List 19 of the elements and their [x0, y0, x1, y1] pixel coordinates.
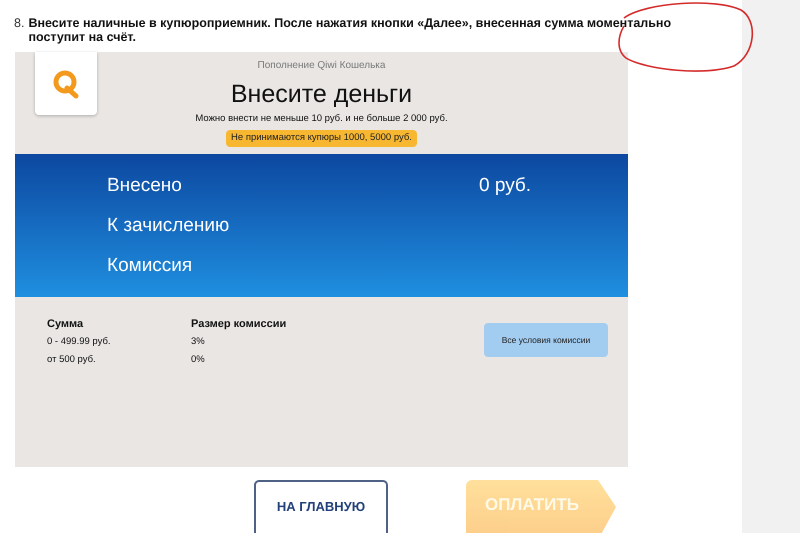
summary-label: Комиссия [107, 254, 194, 278]
warning-label: Не принимаются купюры 1000, 5000 руб. [226, 130, 417, 146]
screen-subtitle: Пополнение Qiwi Кошелька [258, 59, 386, 73]
summary-value: 0 руб. [479, 174, 532, 198]
table-cell-text: 0% [191, 353, 206, 367]
commission-conditions-button[interactable]: Все условия комиссии [484, 323, 608, 357]
limits-text: Можно внести не меньше 10 руб. и не больше 2 000 руб. [195, 112, 448, 126]
column-header: Сумма [47, 317, 84, 332]
screen-title: Внесите деньги [230, 79, 412, 109]
table-cell-text: от 500 руб. [47, 353, 97, 367]
home-button[interactable]: НА ГЛАВНУЮ [254, 480, 388, 533]
table-cell-text: 0 - 499.99 руб. [47, 335, 112, 349]
summary-label: Внесено [107, 174, 183, 198]
step-instruction: Внесите наличные в купюроприемник. После нажатия кнопки «Далее», внесенная сумма моментально поступит на счёт. [28, 16, 672, 44]
logo-icon [51, 68, 81, 98]
summary-label: К зачислению [107, 214, 230, 238]
column-header: Размер комиссии [191, 317, 288, 332]
step-number: 8. [14, 16, 24, 32]
table-cell-text: 3% [191, 335, 206, 349]
